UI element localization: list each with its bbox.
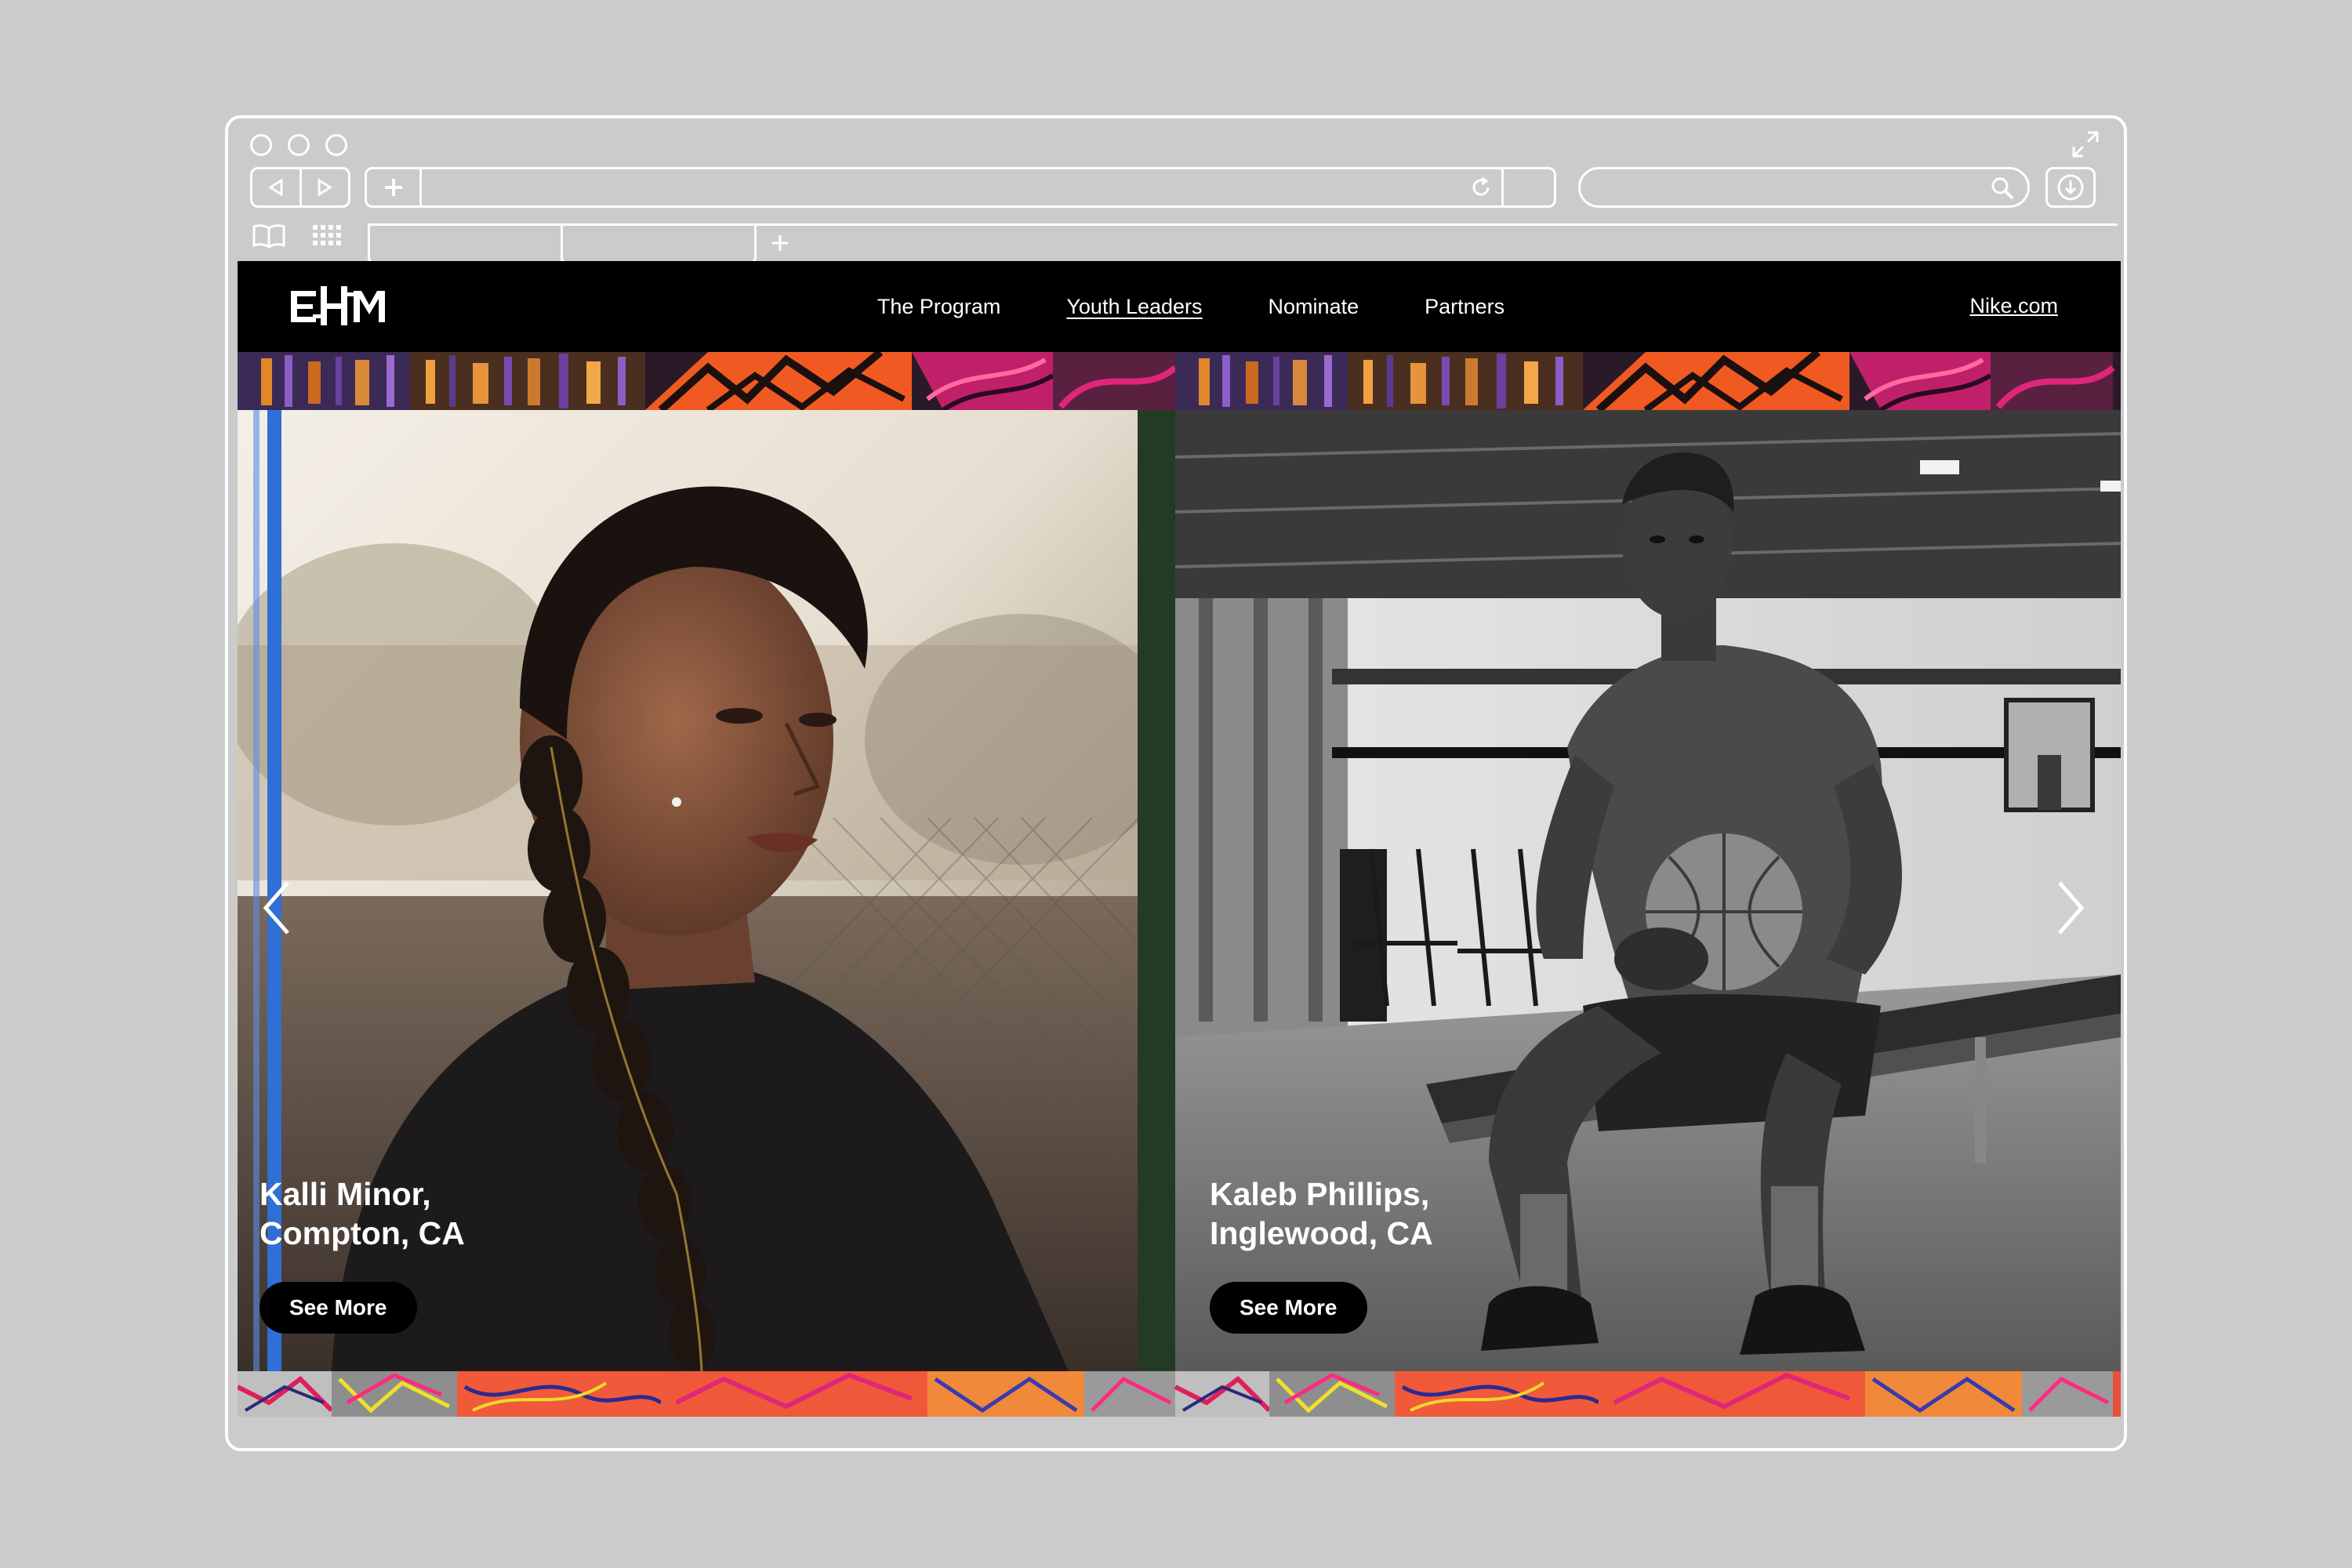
search-field[interactable] (1578, 167, 2030, 208)
leader-name: Kaleb Phillips, (1210, 1176, 1430, 1212)
window-controls (250, 134, 347, 156)
see-more-button[interactable]: See More (260, 1282, 417, 1334)
history-buttons (250, 167, 350, 208)
reload-button[interactable] (1460, 169, 1504, 205)
tab-bar (368, 223, 2118, 265)
downloads-button[interactable] (2045, 167, 2096, 208)
leader-location: Compton, CA (260, 1215, 465, 1251)
leader-location: Inglewood, CA (1210, 1215, 1433, 1251)
nav-the-program[interactable]: The Program (877, 295, 1001, 319)
nav-partners[interactable]: Partners (1425, 295, 1504, 319)
browser-tab[interactable] (561, 226, 757, 265)
back-button[interactable] (252, 169, 299, 205)
add-bookmark-button[interactable] (367, 169, 422, 205)
chevron-left-icon (263, 881, 289, 935)
youth-leader-card[interactable]: Kaleb Phillips, Inglewood, CA See More (1175, 410, 2121, 1371)
site-header: The Program Youth Leaders Nominate Partn… (238, 261, 2121, 352)
decorative-pattern-band (238, 352, 2121, 410)
decorative-pattern-band (238, 1371, 2121, 1417)
nav-youth-leaders[interactable]: Youth Leaders (1066, 295, 1202, 319)
nav-nominate[interactable]: Nominate (1269, 295, 1359, 319)
leader-caption: Kalli Minor, Compton, CA (260, 1174, 465, 1253)
minimize-window-button[interactable] (288, 134, 310, 156)
carousel-prev-button[interactable] (253, 873, 300, 943)
back-icon (267, 178, 283, 197)
bookmarks-icon[interactable] (252, 223, 286, 249)
reload-icon (1472, 176, 1490, 196)
browser-window: The Program Youth Leaders Nominate Partn… (225, 115, 2127, 1451)
top-sites-grid-icon[interactable] (311, 223, 343, 247)
browser-chrome (228, 118, 2124, 265)
forward-icon (318, 178, 333, 197)
browser-tab[interactable] (368, 226, 564, 265)
plus-icon (384, 179, 402, 196)
download-icon (2057, 174, 2084, 201)
leader-name: Kalli Minor, (260, 1176, 431, 1212)
youth-leader-card[interactable]: Kalli Minor, Compton, CA See More (238, 410, 1175, 1371)
address-bar[interactable] (365, 167, 1556, 208)
carousel-next-button[interactable] (2047, 873, 2094, 943)
new-tab-icon[interactable] (771, 234, 789, 252)
leader-caption: Kaleb Phillips, Inglewood, CA (1210, 1174, 1433, 1253)
forward-button[interactable] (299, 169, 349, 205)
chevron-right-icon (2058, 881, 2085, 935)
maximize-window-button[interactable] (325, 134, 347, 156)
search-icon (1991, 177, 2014, 200)
fullscreen-icon[interactable] (2071, 129, 2100, 159)
nike-com-link[interactable]: Nike.com (1969, 294, 2058, 318)
see-more-button[interactable]: See More (1210, 1282, 1367, 1334)
main-nav: The Program Youth Leaders Nominate Partn… (238, 261, 2121, 352)
website-viewport: The Program Youth Leaders Nominate Partn… (238, 261, 2121, 1417)
close-window-button[interactable] (250, 134, 272, 156)
